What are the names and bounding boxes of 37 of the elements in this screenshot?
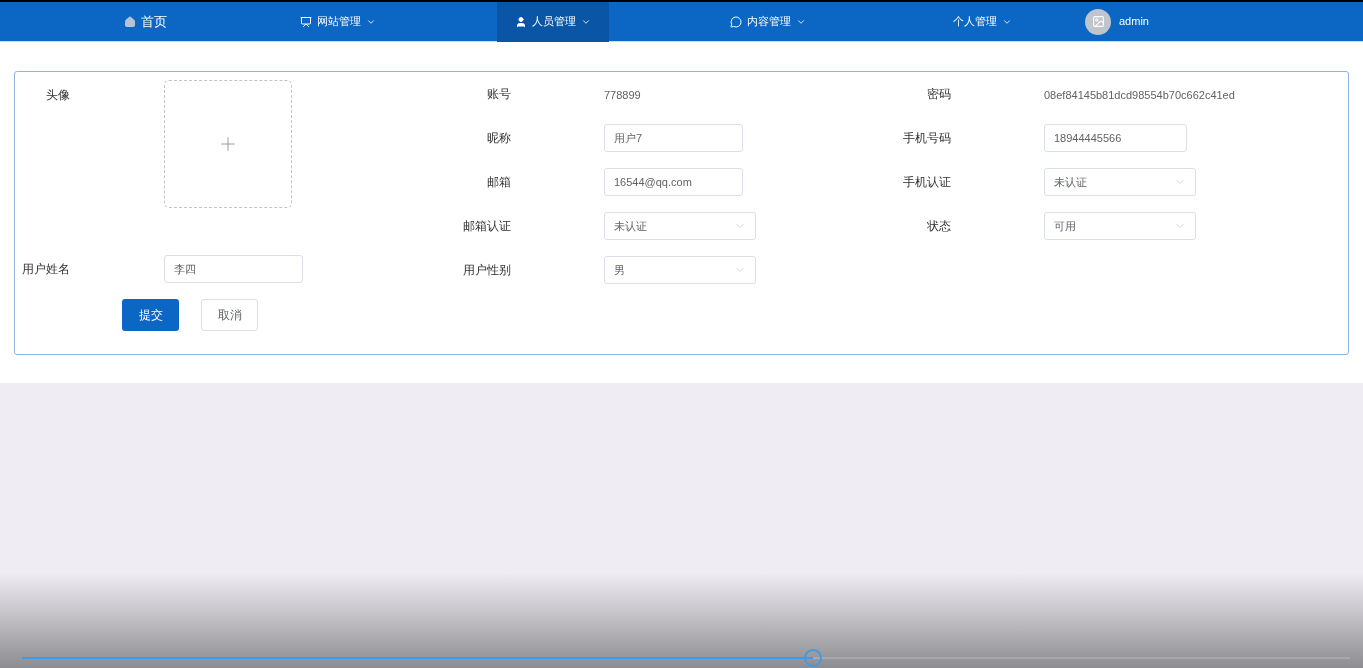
input-field[interactable]: 18944445566 <box>1044 124 1187 152</box>
nav-tab[interactable]: 人员管理 <box>496 1 609 42</box>
cancel-button[interactable]: 取消 <box>201 299 258 331</box>
nav-tab[interactable]: 网站管理 <box>281 1 394 42</box>
chat-icon <box>729 15 742 28</box>
image-icon <box>1091 15 1105 28</box>
field-label: 状态 <box>926 218 951 235</box>
input-field[interactable]: 16544@qq.com <box>604 168 743 196</box>
field-label: 用户性别 <box>462 262 511 279</box>
nav-tab[interactable]: 内容管理 <box>711 1 824 42</box>
field-label: 邮箱认证 <box>462 218 511 235</box>
field-value: 08ef84145b81dcd98554b70c662c41ed <box>1044 89 1235 101</box>
field-label: 手机认证 <box>902 174 951 191</box>
nav-tab[interactable]: 首页 <box>105 1 185 42</box>
select-field[interactable]: 未认证 <box>604 212 756 240</box>
input-field[interactable]: 李四 <box>164 255 303 283</box>
field-label: 头像 <box>45 87 70 104</box>
field-label: 账号 <box>486 86 511 103</box>
field-label: 昵称 <box>486 130 511 147</box>
progress-handle[interactable] <box>804 649 823 667</box>
user-icon <box>514 15 527 28</box>
field-label: 密码 <box>926 86 951 103</box>
input-field[interactable]: 用户7 <box>604 124 743 152</box>
select-field[interactable]: 男 <box>604 256 756 284</box>
avatar[interactable] <box>1085 8 1111 35</box>
nav-tab[interactable]: 个人管理 <box>935 1 1030 42</box>
monitor-icon <box>299 15 312 28</box>
user-name[interactable]: admin <box>1119 13 1149 30</box>
field-label: 手机号码 <box>902 130 951 147</box>
field-label: 邮箱 <box>486 174 511 191</box>
avatar-upload[interactable] <box>164 80 292 208</box>
select-field[interactable]: 未认证 <box>1044 168 1196 196</box>
field-value: 778899 <box>604 89 641 101</box>
select-field[interactable]: 可用 <box>1044 212 1196 240</box>
submit-button[interactable]: 提交 <box>122 299 179 331</box>
field-label: 用户姓名 <box>21 261 70 278</box>
home-icon <box>123 15 136 28</box>
